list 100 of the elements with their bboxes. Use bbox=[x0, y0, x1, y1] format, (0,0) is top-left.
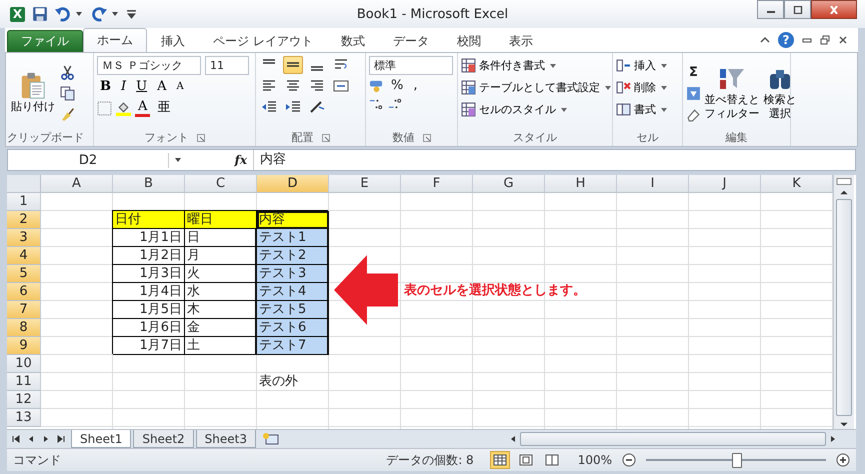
column-header[interactable]: H bbox=[545, 175, 617, 193]
minimize-button[interactable] bbox=[757, 0, 784, 19]
styles-menu-button[interactable]: テーブルとして書式設定 bbox=[461, 78, 609, 97]
close-button[interactable] bbox=[811, 0, 857, 19]
find-select-button[interactable]: 検索と選択 bbox=[763, 65, 798, 120]
row-header[interactable]: 6 bbox=[7, 283, 41, 301]
ribbon-tab[interactable]: 数式 bbox=[326, 30, 379, 52]
dialog-launcher-icon[interactable] bbox=[196, 134, 204, 142]
slider-thumb[interactable] bbox=[732, 452, 742, 468]
cells-menu-button[interactable]: 削除 bbox=[616, 78, 679, 97]
fill-down-icon[interactable] bbox=[686, 86, 701, 101]
close-icon[interactable] bbox=[838, 35, 848, 45]
align-icon[interactable] bbox=[283, 56, 303, 74]
view-icon[interactable] bbox=[490, 451, 510, 469]
number-format-dropdown[interactable]: 標準 bbox=[369, 56, 453, 75]
comma-button[interactable]: , bbox=[410, 78, 420, 93]
eraser-icon[interactable] bbox=[686, 107, 701, 122]
arrow-icon bbox=[334, 255, 398, 325]
font-size-button[interactable]: A bbox=[154, 78, 170, 96]
sheet-tab[interactable]: Sheet3 bbox=[196, 430, 256, 448]
ribbon-tab[interactable]: データ bbox=[378, 30, 443, 52]
font-size-dropdown[interactable]: 11 bbox=[205, 56, 249, 75]
column-header[interactable]: G bbox=[473, 175, 545, 193]
row-header[interactable]: 10 bbox=[7, 355, 41, 373]
insert-function-button[interactable]: fx bbox=[187, 153, 253, 167]
sheet-tab[interactable]: Sheet1 bbox=[71, 430, 132, 448]
cells-menu-button[interactable]: 挿入 bbox=[616, 56, 679, 75]
phonetic-button[interactable]: 亜 bbox=[154, 99, 174, 117]
group-label: 数値 bbox=[392, 130, 414, 145]
column-header[interactable]: C bbox=[185, 175, 257, 193]
row-header[interactable]: 1 bbox=[7, 193, 41, 211]
column-header[interactable]: K bbox=[761, 175, 833, 193]
first-sheet-icon[interactable] bbox=[11, 434, 21, 444]
format-button[interactable]: B bbox=[97, 78, 114, 96]
column-header[interactable]: I bbox=[617, 175, 689, 193]
zoom-level[interactable]: 100% bbox=[578, 453, 612, 467]
ribbon-tab[interactable]: ページ レイアウト bbox=[199, 30, 327, 52]
row-header[interactable]: 7 bbox=[7, 301, 41, 319]
scroll-thumb[interactable] bbox=[520, 432, 826, 446]
sort-filter-button[interactable]: 並べ替えとフィルター bbox=[704, 65, 760, 120]
caret-icon[interactable] bbox=[175, 158, 181, 162]
borders-icon[interactable] bbox=[97, 100, 112, 116]
font-size-button[interactable]: A bbox=[174, 78, 187, 96]
column-header[interactable]: F bbox=[401, 175, 473, 193]
row-header[interactable]: 5 bbox=[7, 265, 41, 283]
undo-icon[interactable] bbox=[55, 6, 71, 22]
collapse-ribbon-icon[interactable] bbox=[760, 35, 770, 45]
row-header[interactable]: 9 bbox=[7, 337, 41, 355]
ribbon-tab[interactable]: 挿入 bbox=[147, 30, 199, 52]
ribbon-tab[interactable]: 表示 bbox=[494, 30, 547, 52]
font-name-dropdown[interactable]: ＭＳ Ｐゴシック bbox=[97, 56, 201, 75]
row-header[interactable]: 8 bbox=[7, 319, 41, 337]
styles-menu-button[interactable]: セルのスタイル bbox=[461, 100, 609, 119]
maximize-button[interactable] bbox=[784, 0, 811, 19]
column-header[interactable]: J bbox=[689, 175, 761, 193]
row-header[interactable]: 3 bbox=[7, 229, 41, 247]
row-header[interactable]: 2 bbox=[7, 211, 41, 229]
redo-icon[interactable] bbox=[91, 6, 107, 22]
ribbon-tab[interactable]: 校閲 bbox=[442, 30, 495, 52]
dialog-launcher-icon[interactable] bbox=[322, 134, 330, 142]
decrease-decimal-icon[interactable] bbox=[388, 96, 403, 111]
paste-button[interactable]: 貼り付け bbox=[9, 72, 57, 114]
column-header[interactable]: B bbox=[113, 175, 185, 193]
zoom-in-icon[interactable] bbox=[836, 453, 850, 467]
table-cell: 1月5日 bbox=[113, 301, 185, 319]
dialog-launcher-icon[interactable] bbox=[422, 134, 430, 142]
styles-menu-button[interactable]: 条件付き書式 bbox=[461, 56, 609, 75]
scroll-thumb[interactable] bbox=[836, 199, 852, 416]
format-button[interactable]: I bbox=[118, 78, 130, 96]
row-header[interactable]: 4 bbox=[7, 247, 41, 265]
percent-button[interactable]: % bbox=[388, 78, 406, 93]
column-header[interactable]: A bbox=[41, 175, 113, 193]
restore-icon[interactable] bbox=[820, 35, 830, 45]
format-button[interactable]: U bbox=[133, 78, 150, 96]
new-sheet-icon[interactable] bbox=[262, 432, 280, 446]
ribbon-tab[interactable]: ホーム bbox=[83, 28, 147, 52]
last-sheet-icon[interactable] bbox=[56, 434, 66, 444]
copy-icon[interactable] bbox=[60, 86, 75, 101]
sheet-tab[interactable]: Sheet2 bbox=[133, 430, 194, 448]
cells-menu-button[interactable]: 書式 bbox=[616, 100, 679, 119]
customize-icon[interactable] bbox=[127, 8, 136, 20]
caret-icon[interactable] bbox=[112, 12, 118, 16]
help-button[interactable]: ? bbox=[778, 32, 794, 48]
row-header[interactable]: 11 bbox=[7, 373, 41, 391]
column-header[interactable]: D bbox=[257, 175, 329, 193]
row-header[interactable]: 13 bbox=[7, 409, 41, 427]
column-header[interactable]: E bbox=[329, 175, 401, 193]
brush-icon[interactable] bbox=[60, 107, 75, 122]
zoom-out-icon[interactable] bbox=[622, 453, 636, 467]
caret-icon[interactable] bbox=[76, 12, 82, 16]
name-box[interactable]: D2 bbox=[8, 152, 169, 168]
split-handle-icon[interactable] bbox=[836, 177, 852, 186]
autosum-button[interactable]: Σ bbox=[686, 65, 701, 80]
fill-color-icon[interactable] bbox=[116, 100, 131, 116]
formula-field[interactable]: 内容 bbox=[253, 150, 855, 170]
row-header[interactable]: 12 bbox=[7, 391, 41, 409]
save-icon[interactable] bbox=[32, 6, 48, 22]
scissors-icon[interactable] bbox=[60, 65, 75, 80]
ribbon-tab[interactable]: ファイル bbox=[7, 30, 83, 52]
font-color-button[interactable]: A bbox=[135, 99, 150, 117]
